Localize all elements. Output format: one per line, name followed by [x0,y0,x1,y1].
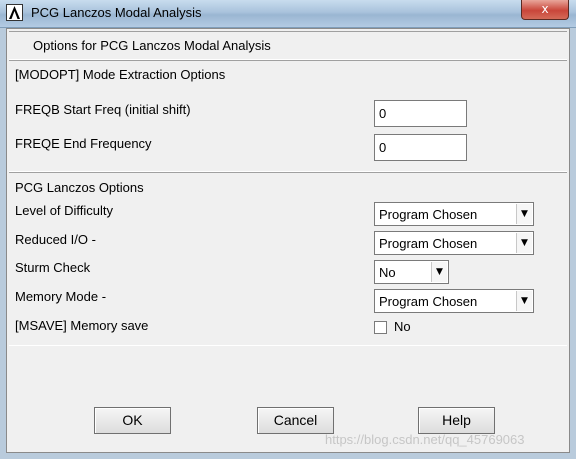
ok-button[interactable]: OK [94,407,171,434]
pcg-section-label: PCG Lanczos Options [15,180,144,195]
cancel-button[interactable]: Cancel [257,407,334,434]
msave-label: [MSAVE] Memory save [15,318,149,333]
help-button[interactable]: Help [418,407,495,434]
freqb-label: FREQB Start Freq (initial shift) [15,102,191,117]
freqe-label: FREQE End Frequency [15,136,152,151]
close-button[interactable]: x [521,0,569,20]
ansys-a-logo-icon [6,4,23,21]
watermark-text: https://blog.csdn.net/qq_45769063 [325,432,525,447]
reduced-io-label: Reduced I/O - [15,232,96,247]
msave-checkbox[interactable] [374,321,387,334]
memory-mode-value: Program Chosen [379,294,478,309]
sturm-select[interactable]: No ▼ [374,260,449,284]
modopt-section-label: [MODOPT] Mode Extraction Options [15,67,226,82]
difficulty-select[interactable]: Program Chosen ▼ [374,202,534,226]
difficulty-value: Program Chosen [379,207,478,222]
reduced-io-select[interactable]: Program Chosen ▼ [374,231,534,255]
reduced-io-value: Program Chosen [379,236,478,251]
memory-mode-select[interactable]: Program Chosen ▼ [374,289,534,313]
header-section: Options for PCG Lanczos Modal Analysis [9,31,567,60]
sturm-label: Sturm Check [15,260,91,275]
sturm-value: No [379,265,396,280]
memory-mode-label: Memory Mode - [15,289,107,304]
modopt-section: [MODOPT] Mode Extraction Options FREQB S… [9,60,567,172]
chevron-down-icon[interactable]: ▼ [516,233,532,253]
title-bar[interactable]: PCG Lanczos Modal Analysis x [0,0,576,28]
difficulty-label: Level of Difficulty [15,203,114,218]
dialog-body: Options for PCG Lanczos Modal Analysis [… [6,28,570,453]
pcg-options-section: PCG Lanczos Options Level of Difficulty … [9,172,567,346]
chevron-down-icon[interactable]: ▼ [431,262,447,282]
window-title: PCG Lanczos Modal Analysis [31,5,202,20]
freqe-input[interactable]: 0 [374,134,467,161]
chevron-down-icon[interactable]: ▼ [516,204,532,224]
freqb-input[interactable]: 0 [374,100,467,127]
chevron-down-icon[interactable]: ▼ [516,291,532,311]
close-icon: x [541,2,549,16]
dialog-heading: Options for PCG Lanczos Modal Analysis [33,38,271,53]
msave-state-label: No [394,319,411,334]
